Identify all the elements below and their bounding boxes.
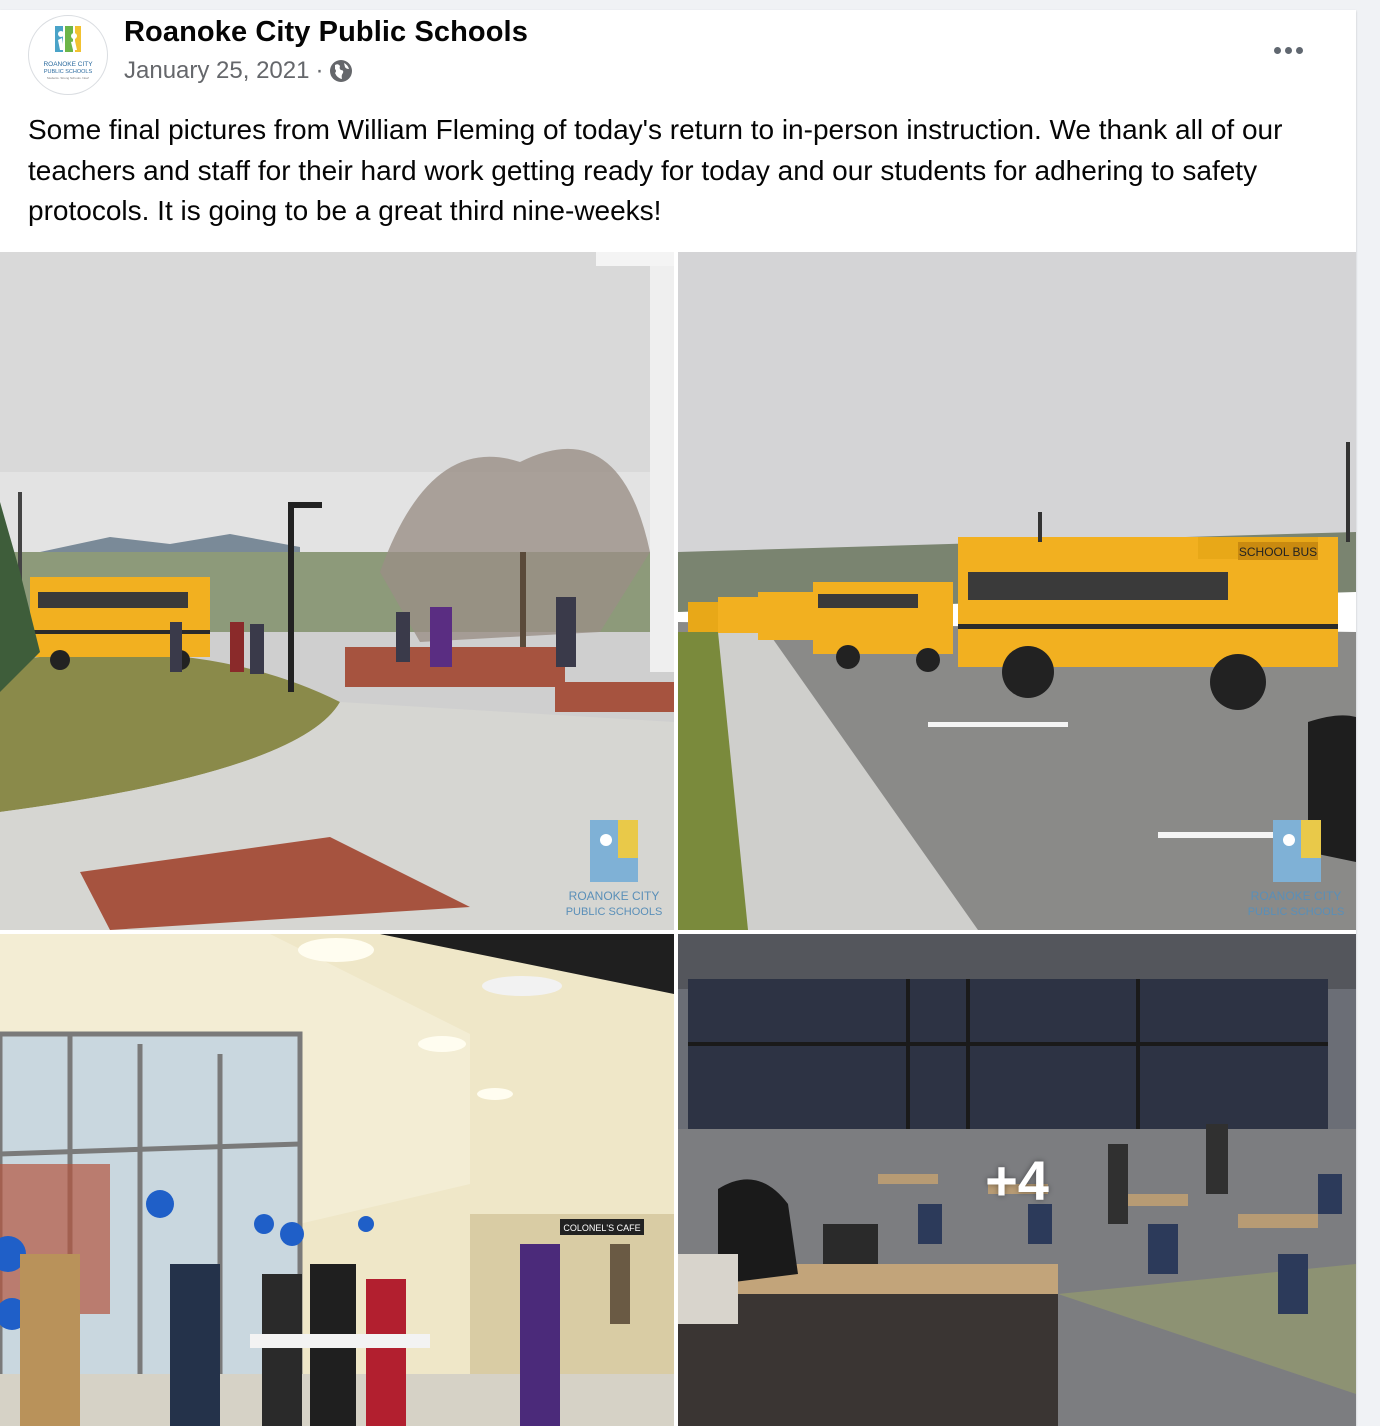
post-meta: January 25, 2021 ·	[124, 57, 353, 85]
logo-line2: PUBLIC SCHOOLS	[44, 69, 93, 75]
photo-school-lobby[interactable]: COLONEL'S CAFE	[0, 934, 674, 1426]
post-date-link[interactable]: January 25, 2021	[124, 57, 309, 85]
more-photos-count: +4	[985, 1148, 1049, 1212]
watermark-line1: ROANOKE CITY	[569, 889, 660, 903]
watermark-line2: PUBLIC SCHOOLS	[566, 906, 663, 918]
rcps-logo-icon: ROANOKE CITY PUBLIC SCHOOLS Students. St…	[43, 26, 93, 80]
more-dot	[1284, 46, 1292, 54]
photo-bus-line[interactable]: SCHOOL BUS ROANOKE CITY PUBLIC SCHOOLS	[678, 252, 1356, 930]
more-dot	[1273, 46, 1281, 54]
post-menu-button[interactable]	[1258, 30, 1318, 70]
meta-separator: ·	[315, 57, 324, 84]
logo-line1: ROANOKE CITY	[43, 61, 93, 68]
photo-classroom[interactable]: +4	[678, 934, 1356, 1426]
more-dot	[1295, 46, 1303, 54]
watermark-line2: PUBLIC SCHOOLS	[1248, 906, 1345, 918]
page-name-link[interactable]: Roanoke City Public Schools	[124, 16, 528, 49]
watermark-line1: ROANOKE CITY	[1251, 889, 1342, 903]
globe-icon[interactable]	[329, 59, 353, 83]
bus-sign: SCHOOL BUS	[1239, 545, 1317, 559]
post-caption: Some final pictures from William Fleming…	[28, 114, 1283, 226]
cafe-sign: COLONEL'S CAFE	[563, 1223, 640, 1233]
photo-grid: ROANOKE CITY PUBLIC SCHOOLS SCHOOL BUS R…	[0, 252, 1356, 1426]
photo-school-entrance[interactable]: ROANOKE CITY PUBLIC SCHOOLS	[0, 252, 674, 930]
post-card: ROANOKE CITY PUBLIC SCHOOLS Students. St…	[0, 10, 1356, 1426]
bus-shape	[30, 577, 210, 670]
page-avatar[interactable]: ROANOKE CITY PUBLIC SCHOOLS Students. St…	[28, 15, 108, 95]
logo-tagline: Students. Strong Schools. Now!	[47, 76, 90, 80]
